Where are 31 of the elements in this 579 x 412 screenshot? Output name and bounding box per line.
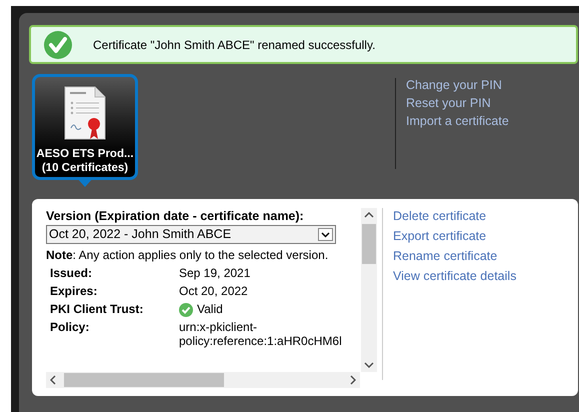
alert-message: Certificate "John Smith ABCE" renamed successfully. [93,36,376,54]
certificate-action-link[interactable]: Export certificate [393,228,516,245]
field-label: Expires: [49,284,98,299]
scroll-thumb[interactable] [64,373,224,387]
field-label: Policy: [49,320,90,336]
selection-pointer [76,177,94,187]
note-text: Note: Any action applies only to the selected version. [46,247,330,263]
token-name: AESO ETS Prod... [36,147,134,161]
token-action-link[interactable]: Reset your PIN [406,96,509,111]
version-value: Oct 20, 2022 - John Smith ABCE [49,226,232,244]
version-dropdown[interactable]: Oct 20, 2022 - John Smith ABCE [46,225,336,244]
field-label: Issued: [49,266,94,281]
version-label: Version (Expiration date - certificate name): [46,208,305,224]
certificate-action-link[interactable]: Rename certificate [393,248,516,265]
field-label: PKI Client Trust: [49,302,144,317]
field-value: Sep 19, 2021 [179,266,252,281]
certificate-action-link[interactable]: View certificate details [393,268,516,285]
scroll-thumb[interactable] [362,224,376,264]
check-icon [43,30,73,60]
certificate-action-link[interactable]: Delete certificate [393,208,516,225]
token-action-link[interactable]: Import a certificate [406,114,509,129]
caret-icon [318,228,333,241]
field-value: Valid [197,302,223,317]
field-value: Oct 20, 2022 [179,284,249,299]
vertical-scrollbar[interactable] [361,208,377,372]
check-icon [179,302,193,316]
token-tile[interactable]: AESO ETS Prod... (10 Certificates) [32,74,138,180]
horizontal-scrollbar[interactable] [46,372,360,388]
token-action-link[interactable]: Change your PIN [406,78,509,93]
certificate-count: (10 Certificates) [42,161,128,175]
field-value: urn:x-pkiclient-policy:reference:1:aHR0cHM6l [179,320,343,348]
